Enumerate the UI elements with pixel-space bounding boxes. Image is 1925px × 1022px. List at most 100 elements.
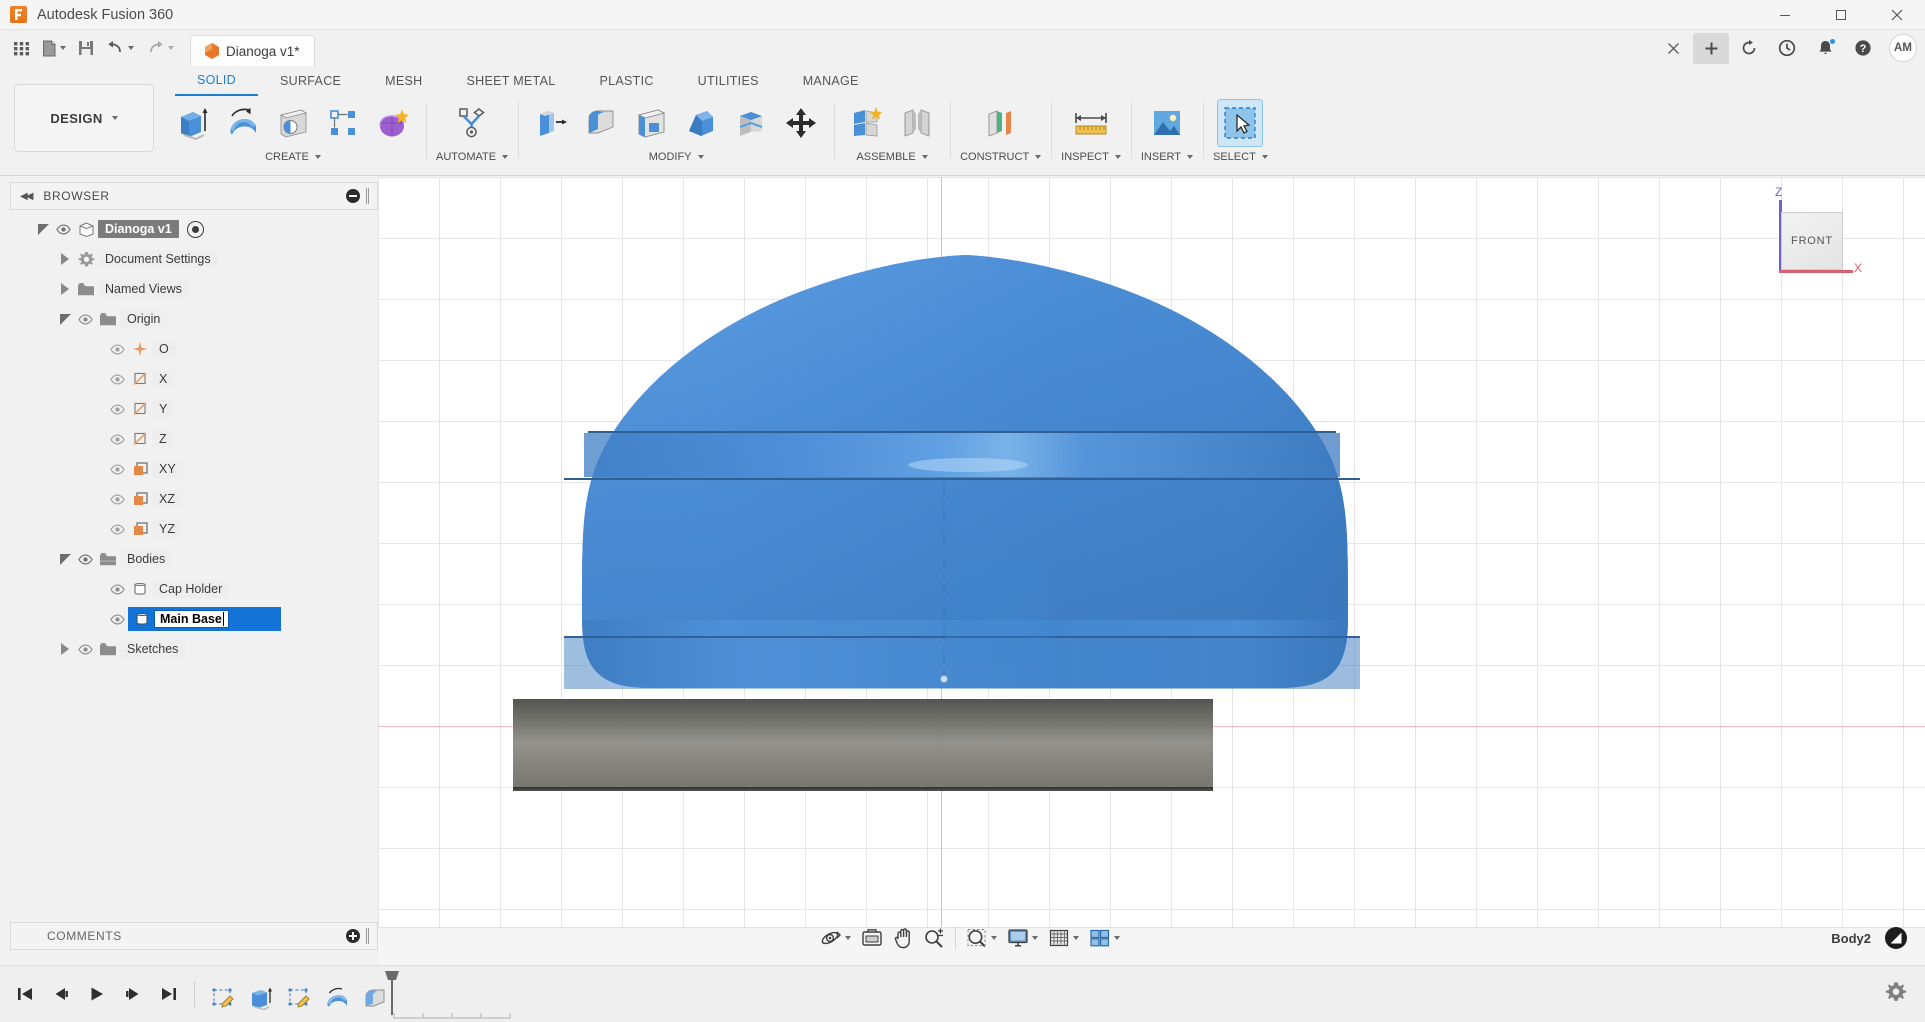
step-forward-button[interactable] bbox=[122, 981, 144, 1007]
tree-node-bodies[interactable]: Bodies bbox=[10, 544, 378, 574]
viewports-button[interactable] bbox=[1084, 923, 1125, 953]
extrude-tool[interactable] bbox=[170, 99, 216, 147]
move-copy-tool[interactable] bbox=[778, 99, 824, 147]
twisty-expanded-icon[interactable] bbox=[34, 223, 52, 235]
timeline-settings-button[interactable] bbox=[1885, 981, 1925, 1008]
recent-activity-button[interactable] bbox=[1769, 33, 1805, 63]
press-pull-tool[interactable] bbox=[528, 99, 574, 147]
revolve-tool[interactable] bbox=[220, 99, 266, 147]
minimize-button[interactable] bbox=[1757, 0, 1813, 30]
panel-resize-grip[interactable] bbox=[366, 928, 369, 944]
create-form-tool[interactable] bbox=[370, 99, 416, 147]
pattern-tool[interactable] bbox=[320, 99, 366, 147]
go-to-beginning-button[interactable] bbox=[14, 981, 36, 1007]
tree-node-dianoga[interactable]: Dianoga v1 bbox=[10, 214, 378, 244]
step-back-button[interactable] bbox=[50, 981, 72, 1007]
tree-node-named-views[interactable]: Named Views bbox=[10, 274, 378, 304]
draft-tool[interactable] bbox=[678, 99, 724, 147]
panel-resize-grip[interactable] bbox=[366, 188, 369, 204]
visibility-eye-icon[interactable] bbox=[74, 634, 96, 664]
tree-node-plane-yz[interactable]: YZ bbox=[10, 514, 378, 544]
visibility-eye-icon[interactable] bbox=[106, 334, 128, 364]
visibility-eye-icon[interactable] bbox=[106, 364, 128, 394]
twisty-collapsed-icon[interactable] bbox=[56, 283, 74, 295]
tree-node-plane-xy[interactable]: XY bbox=[10, 454, 378, 484]
measure-tool[interactable] bbox=[1068, 99, 1114, 147]
viewport-canvas[interactable]: Z X FRONT bbox=[378, 177, 1925, 927]
zoom-button[interactable] bbox=[918, 923, 950, 953]
minus-circle-icon[interactable] bbox=[346, 189, 360, 203]
shell-tool[interactable] bbox=[628, 99, 674, 147]
visibility-eye-icon[interactable] bbox=[106, 454, 128, 484]
fusion-hub-icon[interactable] bbox=[1885, 927, 1907, 949]
rename-body-input[interactable]: Main Base bbox=[154, 610, 230, 628]
pan-button[interactable] bbox=[888, 923, 918, 953]
visibility-eye-icon[interactable] bbox=[74, 304, 96, 334]
help-button[interactable]: ? bbox=[1845, 33, 1881, 63]
play-button[interactable] bbox=[86, 981, 108, 1007]
notifications-button[interactable] bbox=[1807, 33, 1843, 63]
tree-node-plane-xz[interactable]: XZ bbox=[10, 484, 378, 514]
panel-insert-label[interactable]: INSERT bbox=[1141, 151, 1193, 163]
tab-surface[interactable]: SURFACE bbox=[258, 66, 363, 96]
fillet-tool[interactable] bbox=[578, 99, 624, 147]
view-cube-front-face[interactable]: FRONT bbox=[1781, 212, 1843, 270]
tree-node-axis-z[interactable]: Z bbox=[10, 424, 378, 454]
look-at-button[interactable] bbox=[856, 923, 888, 953]
tree-node-origin-point[interactable]: O bbox=[10, 334, 378, 364]
show-data-panel-button[interactable] bbox=[8, 34, 35, 62]
tab-mesh[interactable]: MESH bbox=[363, 66, 444, 96]
twisty-expanded-icon[interactable] bbox=[56, 553, 74, 565]
activate-component-radio[interactable] bbox=[186, 220, 204, 238]
panel-automate-label[interactable]: AUTOMATE bbox=[436, 151, 509, 163]
new-tab-button[interactable] bbox=[1693, 32, 1729, 64]
panel-inspect-label[interactable]: INSPECT bbox=[1061, 151, 1121, 163]
hole-tool[interactable] bbox=[270, 99, 316, 147]
joint-tool[interactable] bbox=[894, 99, 940, 147]
tree-node-axis-x[interactable]: X bbox=[10, 364, 378, 394]
twisty-expanded-icon[interactable] bbox=[56, 313, 74, 325]
double-left-arrow-icon[interactable]: ◀◀ bbox=[20, 191, 33, 202]
timeline-feature-revolve-1[interactable] bbox=[321, 982, 353, 1014]
panel-construct-label[interactable]: CONSTRUCT bbox=[960, 151, 1042, 163]
redo-button[interactable] bbox=[141, 34, 179, 62]
display-settings-button[interactable] bbox=[1002, 923, 1043, 953]
tree-node-sketches[interactable]: Sketches bbox=[10, 634, 378, 664]
panel-create-label[interactable]: CREATE bbox=[265, 151, 321, 163]
tree-node-main-base[interactable]: Main Base bbox=[10, 604, 378, 634]
document-tab[interactable]: Dianoga v1* bbox=[190, 35, 315, 66]
undo-button[interactable] bbox=[101, 34, 139, 62]
comments-panel-header[interactable]: COMMENTS bbox=[10, 922, 378, 950]
visibility-eye-icon[interactable] bbox=[74, 544, 96, 574]
extensions-button[interactable] bbox=[1731, 33, 1767, 63]
go-to-end-button[interactable] bbox=[158, 981, 180, 1007]
panel-assemble-label[interactable]: ASSEMBLE bbox=[856, 151, 928, 163]
offset-plane-tool[interactable] bbox=[978, 99, 1024, 147]
tab-sheet-metal[interactable]: SHEET METAL bbox=[444, 66, 577, 96]
visibility-eye-icon[interactable] bbox=[106, 394, 128, 424]
tree-node-document-settings[interactable]: Document Settings bbox=[10, 244, 378, 274]
insert-canvas-tool[interactable] bbox=[1144, 99, 1190, 147]
split-face-tool[interactable] bbox=[728, 99, 774, 147]
zoom-window-button[interactable] bbox=[961, 923, 1002, 953]
select-tool[interactable] bbox=[1217, 99, 1264, 147]
panel-modify-label[interactable]: MODIFY bbox=[649, 151, 704, 163]
tree-node-cap-holder[interactable]: Cap Holder bbox=[10, 574, 378, 604]
timeline-feature-sketch-2[interactable] bbox=[283, 982, 315, 1014]
tab-manage[interactable]: MANAGE bbox=[781, 66, 881, 96]
tree-node-axis-y[interactable]: Y bbox=[10, 394, 378, 424]
twisty-collapsed-icon[interactable] bbox=[56, 643, 74, 655]
workspace-switcher[interactable]: DESIGN bbox=[14, 84, 154, 152]
save-button[interactable] bbox=[73, 34, 99, 62]
grid-snaps-button[interactable] bbox=[1043, 923, 1084, 953]
close-tab-button[interactable] bbox=[1655, 33, 1691, 63]
maximize-button[interactable] bbox=[1813, 0, 1869, 30]
visibility-eye-icon[interactable] bbox=[52, 214, 74, 244]
view-cube[interactable]: Z X FRONT bbox=[1753, 185, 1873, 292]
visibility-eye-icon[interactable] bbox=[106, 604, 128, 634]
plus-circle-icon[interactable] bbox=[346, 929, 360, 943]
orbit-button[interactable] bbox=[815, 923, 856, 953]
close-button[interactable] bbox=[1869, 0, 1925, 30]
visibility-eye-icon[interactable] bbox=[106, 484, 128, 514]
visibility-eye-icon[interactable] bbox=[106, 574, 128, 604]
